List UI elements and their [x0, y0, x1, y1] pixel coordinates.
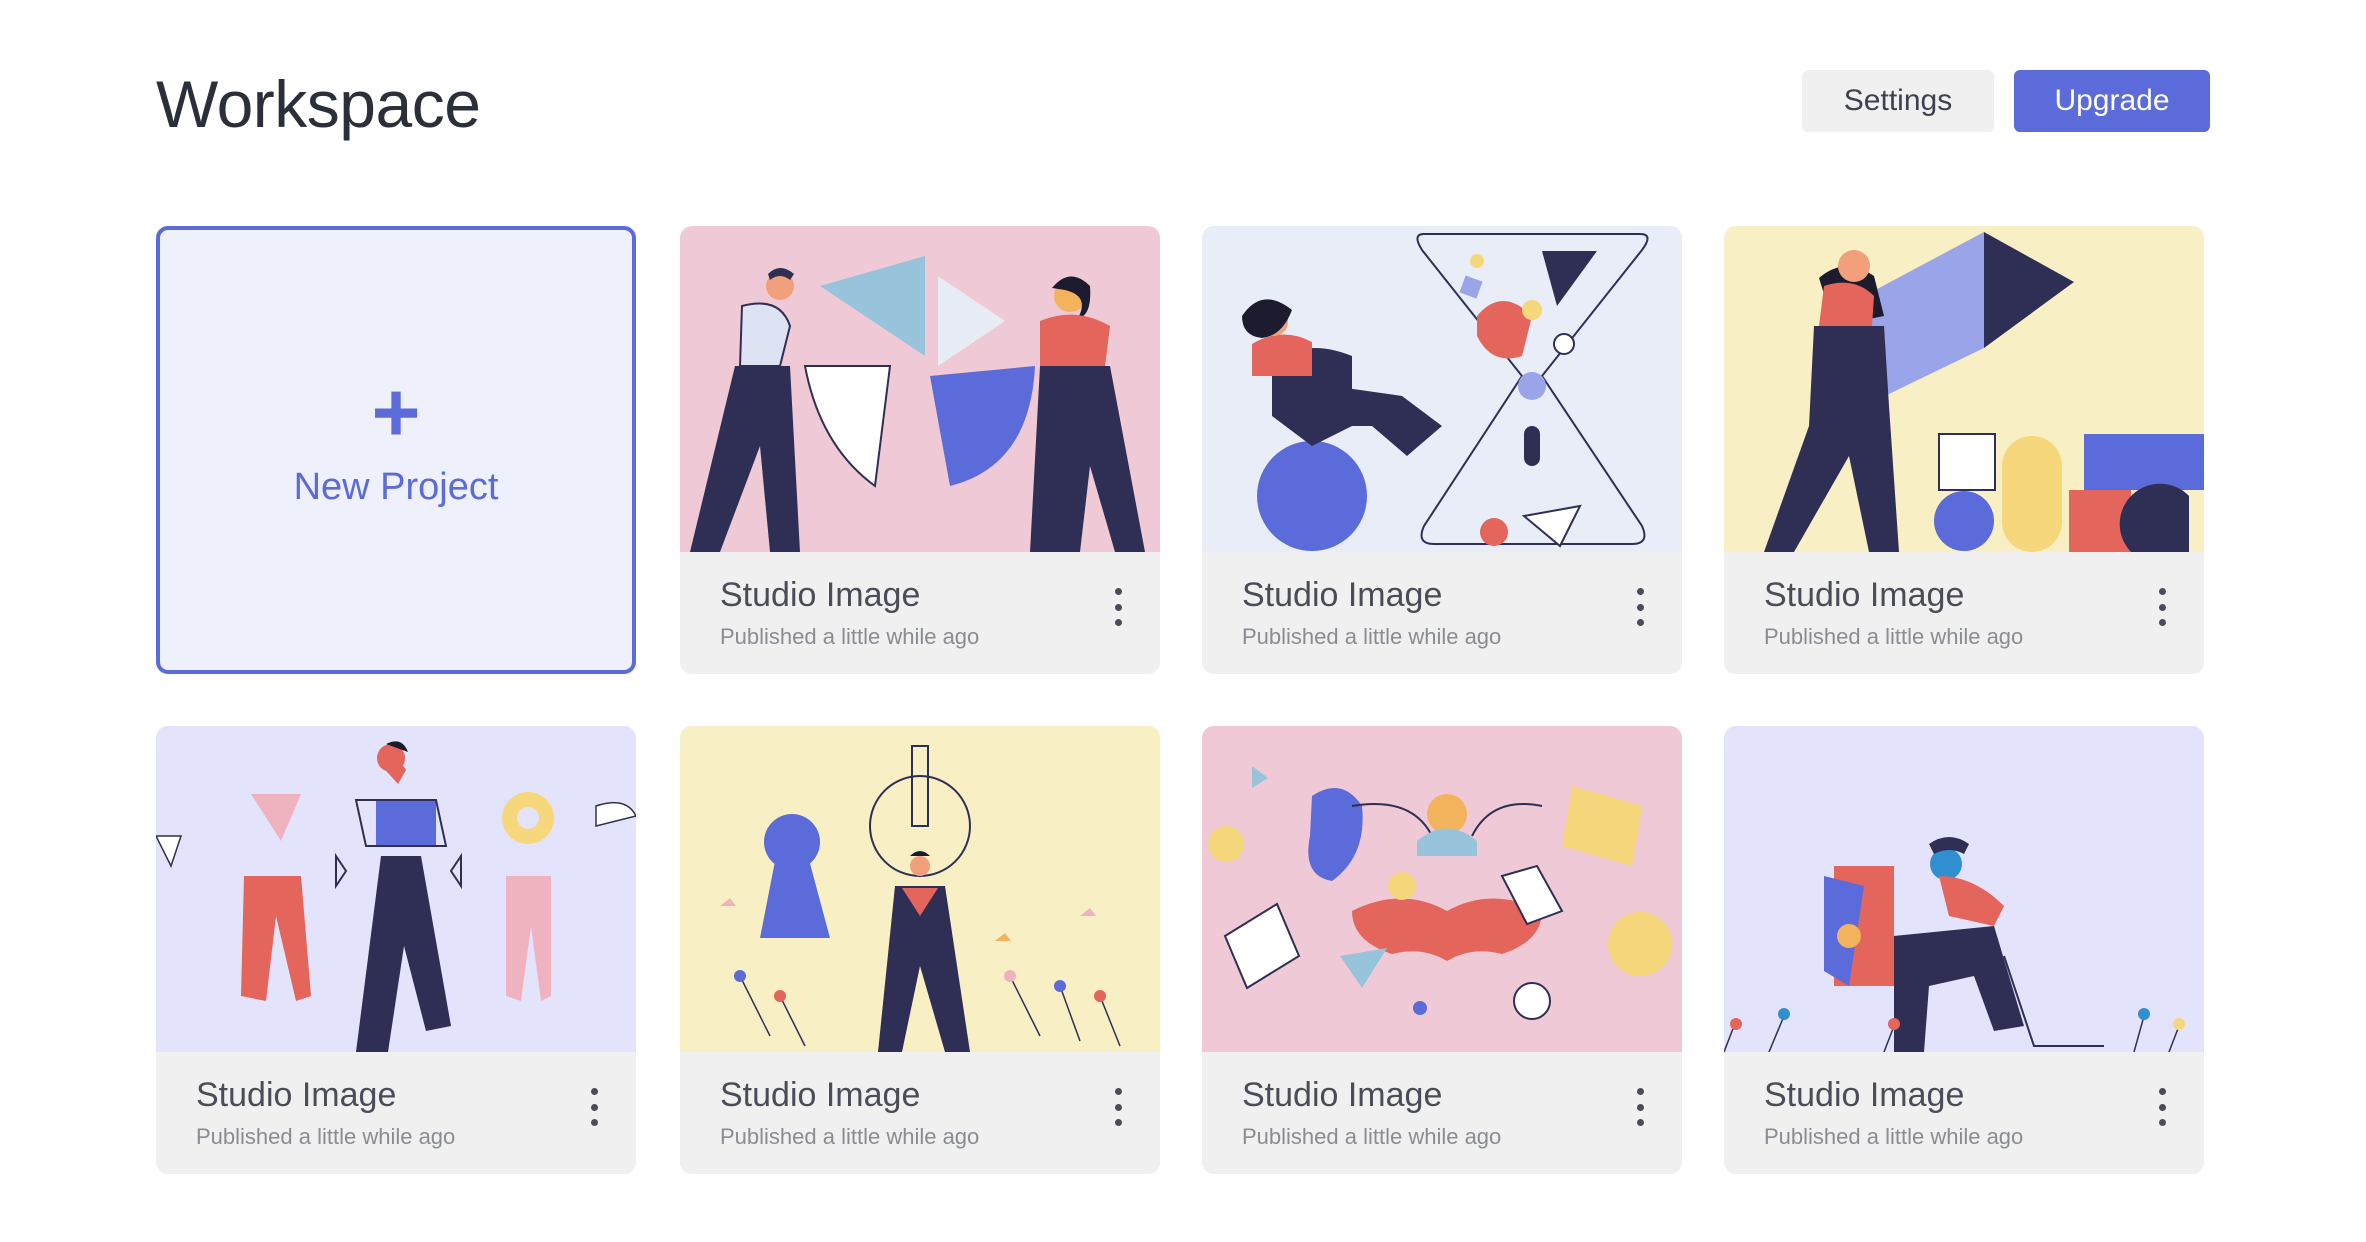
more-options-icon[interactable] [2150, 1082, 2174, 1132]
card-thumbnail [1724, 226, 2204, 552]
card-title: Studio Image [1242, 1076, 1443, 1114]
card-thumbnail [1202, 726, 1682, 1052]
more-options-icon[interactable] [1106, 1082, 1130, 1132]
card-subtitle: Published a little while ago [1764, 624, 2024, 649]
card-footer: Studio Image Published a little while ag… [680, 552, 1160, 674]
keyhole-key-person-illustration [680, 726, 1160, 1052]
more-options-icon[interactable] [1628, 1082, 1652, 1132]
card-subtitle: Published a little while ago [196, 1124, 456, 1149]
card-footer: Studio Image Published a little while ag… [680, 1052, 1160, 1174]
card-title: Studio Image [1764, 576, 1965, 614]
man-with-mirror-illustration [1724, 726, 2204, 1052]
two-people-pie-chart-illustration [680, 226, 1160, 552]
new-project-label: New Project [293, 466, 499, 508]
card-thumbnail [1202, 226, 1682, 552]
card-thumbnail [680, 726, 1160, 1052]
page-header: Workspace Settings Upgrade [156, 60, 2210, 141]
more-options-icon[interactable] [582, 1082, 606, 1132]
card-subtitle: Published a little while ago [720, 624, 980, 649]
card-footer: Studio Image Published a little while ag… [1202, 552, 1682, 674]
project-grid: + New Project Studio Image Published a l… [156, 226, 2210, 1178]
floating-shapes-meditation-illustration [1202, 726, 1682, 1052]
settings-button[interactable]: Settings [1802, 70, 1994, 132]
woman-carrying-shapes-illustration [1724, 226, 2204, 552]
project-card[interactable]: Studio Image Published a little while ag… [1202, 226, 1682, 674]
card-footer: Studio Image Published a little while ag… [156, 1052, 636, 1174]
project-card[interactable]: Studio Image Published a little while ag… [156, 726, 636, 1174]
mannequin-box-man-illustration [156, 726, 636, 1052]
hourglass-woman-illustration [1202, 226, 1682, 552]
card-subtitle: Published a little while ago [720, 1124, 980, 1149]
more-options-icon[interactable] [1106, 582, 1130, 632]
page-title: Workspace [156, 67, 481, 141]
card-title: Studio Image [1764, 1076, 1965, 1114]
card-thumbnail [156, 726, 636, 1052]
card-footer: Studio Image Published a little while ag… [1724, 552, 2204, 674]
plus-icon: + [371, 365, 421, 459]
card-title: Studio Image [720, 1076, 921, 1114]
project-card[interactable]: Studio Image Published a little while ag… [680, 726, 1160, 1174]
card-title: Studio Image [1242, 576, 1443, 614]
more-options-icon[interactable] [2150, 582, 2174, 632]
card-title: Studio Image [196, 1076, 397, 1114]
project-card[interactable]: Studio Image Published a little while ag… [1202, 726, 1682, 1174]
project-card[interactable]: Studio Image Published a little while ag… [1724, 726, 2204, 1174]
card-footer: Studio Image Published a little while ag… [1724, 1052, 2204, 1174]
card-subtitle: Published a little while ago [1242, 624, 1502, 649]
upgrade-button[interactable]: Upgrade [2014, 70, 2210, 132]
card-thumbnail [680, 226, 1160, 552]
card-subtitle: Published a little while ago [1242, 1124, 1502, 1149]
new-project-card[interactable]: + New Project [156, 226, 636, 674]
more-options-icon[interactable] [1628, 582, 1652, 632]
card-footer: Studio Image Published a little while ag… [1202, 1052, 1682, 1174]
card-thumbnail [1724, 726, 2204, 1052]
card-title: Studio Image [720, 576, 921, 614]
card-subtitle: Published a little while ago [1764, 1124, 2024, 1149]
project-card[interactable]: Studio Image Published a little while ag… [680, 226, 1160, 674]
project-card[interactable]: Studio Image Published a little while ag… [1724, 226, 2204, 674]
